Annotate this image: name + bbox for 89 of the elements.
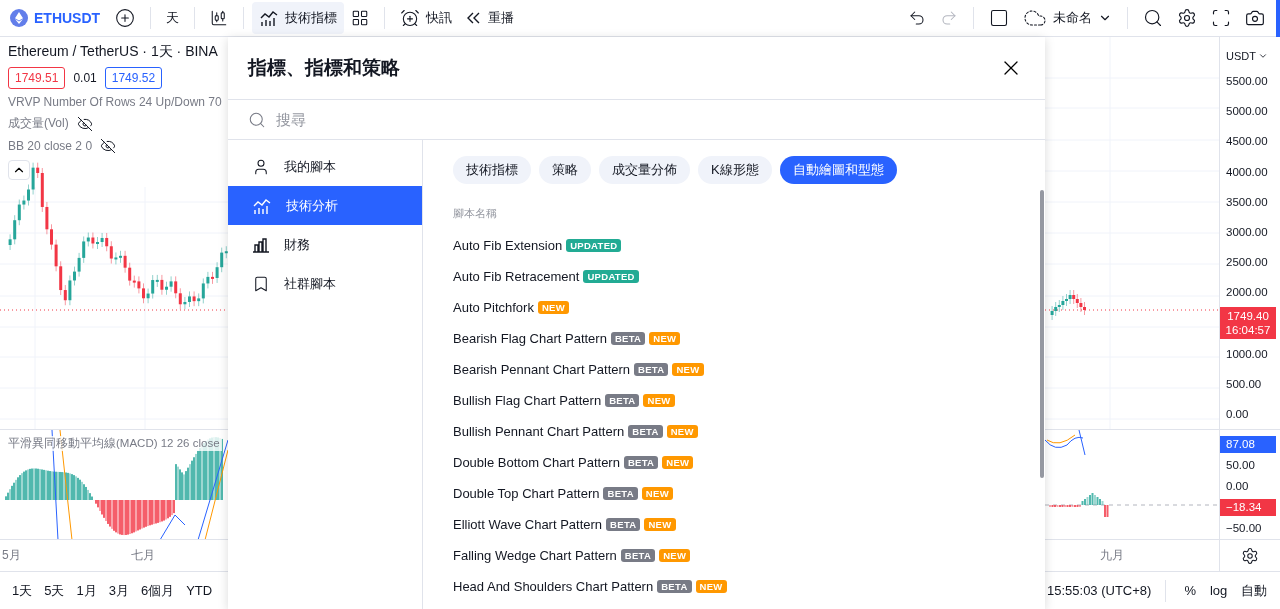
- indicators-button[interactable]: 技術指標: [252, 2, 345, 34]
- symbol-title: Ethereum / TetherUS · 1天 · BINA: [8, 43, 218, 61]
- status-badge: BETA: [620, 549, 656, 562]
- macd-label: 平滑異同移動平均線(MACD) 12 26 close: [6, 436, 222, 451]
- range-button[interactable]: 1月: [72, 577, 101, 604]
- script-item[interactable]: Auto Fib Extension: [453, 238, 563, 253]
- script-item[interactable]: Auto Fib Retracement: [453, 269, 580, 284]
- range-button[interactable]: YTD: [182, 579, 217, 602]
- status-badge: NEW: [537, 301, 569, 314]
- axis-label: 5500.00: [1225, 74, 1269, 90]
- symbol-button[interactable]: ETHUSDT: [6, 9, 105, 27]
- script-item[interactable]: Double Bottom Chart Pattern: [453, 455, 620, 470]
- axis-label: 0.00: [1225, 407, 1250, 422]
- percent-toggle[interactable]: %: [1180, 579, 1200, 602]
- category-chip[interactable]: 策略: [539, 156, 591, 184]
- status-badge: NEW: [662, 456, 694, 469]
- script-item[interactable]: Bullish Flag Chart Pattern: [453, 393, 602, 408]
- axis-label: −50.00: [1225, 521, 1263, 536]
- spread-value: 0.01: [73, 71, 97, 85]
- axis-label: 5000.00: [1225, 104, 1269, 120]
- price-tag: 1749.40 16:04:57: [1220, 306, 1276, 339]
- time-label: 九月: [1100, 547, 1124, 564]
- time-label: 七月: [130, 547, 155, 564]
- status-badge: BETA: [605, 394, 640, 407]
- script-item[interactable]: Bearish Pennant Chart Pattern: [453, 362, 631, 377]
- layout-name-button[interactable]: 未命名: [1016, 2, 1119, 34]
- sell-price[interactable]: 1749.51: [8, 67, 66, 89]
- status-badge: BETA: [606, 518, 641, 531]
- category-chip[interactable]: K線形態: [698, 156, 772, 184]
- range-button[interactable]: 1天: [8, 577, 37, 604]
- auto-toggle[interactable]: 自動: [1237, 577, 1272, 604]
- script-item[interactable]: Double Top Chart Pattern: [453, 486, 600, 501]
- category-chip[interactable]: 技術指標: [453, 156, 531, 184]
- dialog-title: 指標、指標和策略: [248, 56, 400, 80]
- status-badge: BETA: [657, 580, 692, 593]
- status-badge: NEW: [695, 580, 727, 593]
- axis-label: 3000.00: [1225, 224, 1269, 240]
- status-badge: NEW: [649, 332, 681, 345]
- indicator-label: 成交量(Vol): [8, 115, 69, 132]
- range-button[interactable]: 3月: [104, 577, 133, 604]
- axis-label: 4000.00: [1225, 164, 1269, 180]
- nav-item[interactable]: 技術分析: [228, 186, 422, 225]
- status-badge: BETA: [634, 363, 669, 376]
- script-item[interactable]: Bearish Flag Chart Pattern: [453, 331, 607, 346]
- status-badge: NEW: [659, 549, 691, 562]
- range-button[interactable]: 6個月: [136, 577, 179, 604]
- axis-label: 1000.00: [1225, 346, 1269, 362]
- status-badge: NEW: [666, 425, 698, 438]
- status-badge: UPDATED: [583, 270, 639, 283]
- nav-item[interactable]: 我的腳本: [228, 147, 422, 186]
- script-item[interactable]: Head And Shoulders Chart Pattern: [453, 579, 654, 594]
- currency-button[interactable]: USDT: [1220, 45, 1280, 67]
- axis-label: 50.00: [1225, 458, 1256, 473]
- status-badge: NEW: [641, 487, 673, 500]
- indicator-label: VRVP Number Of Rows 24 Up/Down 70: [8, 95, 222, 109]
- status-badge: BETA: [623, 456, 659, 469]
- status-badge: BETA: [610, 332, 646, 345]
- status-badge: NEW: [643, 394, 675, 407]
- status-badge: UPDATED: [566, 239, 622, 252]
- log-toggle[interactable]: log: [1206, 579, 1232, 602]
- axis-label: 2000.00: [1225, 284, 1269, 300]
- nav-item[interactable]: 社群腳本: [228, 264, 422, 303]
- value-tag: −18.34: [1220, 499, 1276, 516]
- interval-button[interactable]: 天: [159, 2, 187, 34]
- category-chip[interactable]: 自動繪圖和型態: [779, 156, 897, 184]
- axis-label: 3500.00: [1225, 194, 1269, 210]
- status-badge: NEW: [672, 363, 704, 376]
- status-badge: NEW: [644, 518, 676, 531]
- time-label: 5月: [2, 547, 21, 564]
- script-item[interactable]: Bullish Pennant Chart Pattern: [453, 424, 625, 439]
- range-button[interactable]: 5天: [40, 577, 69, 604]
- buy-price[interactable]: 1749.52: [104, 67, 163, 89]
- script-item[interactable]: Falling Wedge Chart Pattern: [453, 548, 617, 563]
- script-item[interactable]: Elliott Wave Chart Pattern: [453, 517, 603, 532]
- nav-item[interactable]: 財務: [228, 225, 422, 264]
- clock-time[interactable]: 15:55:03 (UTC+8): [1047, 583, 1152, 598]
- script-item[interactable]: Auto Pitchfork: [453, 300, 534, 315]
- column-header: 腳本名稱: [453, 206, 497, 221]
- category-chip[interactable]: 成交量分佈: [599, 156, 690, 184]
- axis-label: 4500.00: [1225, 134, 1269, 150]
- axis-label: 2500.00: [1225, 254, 1269, 270]
- axis-label: 500.00: [1225, 376, 1263, 392]
- axis-label: 0.00: [1225, 479, 1250, 494]
- value-tag: 87.08: [1220, 436, 1276, 453]
- status-badge: BETA: [628, 425, 663, 438]
- indicator-label: BB 20 close 2 0: [8, 139, 93, 153]
- status-badge: BETA: [603, 487, 638, 500]
- replay-button[interactable]: 重播: [459, 2, 522, 34]
- alert-button[interactable]: 快訊: [393, 2, 460, 34]
